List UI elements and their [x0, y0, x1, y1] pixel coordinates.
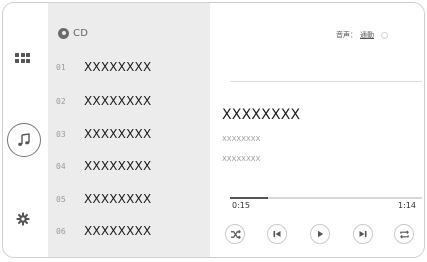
repeat-icon: [399, 229, 409, 239]
music-note-icon: [18, 133, 30, 146]
now-playing-title: XXXXXXXX: [222, 107, 301, 123]
track-list-item[interactable]: 06 XXXXXXXX: [48, 216, 210, 246]
status-indicator-icon: [381, 31, 388, 39]
repeat-button[interactable]: [394, 224, 414, 244]
sound-setting-label: 音声：: [336, 31, 357, 39]
track-title: XXXXXXXX: [84, 192, 152, 206]
track-list-item[interactable]: 03 XXXXXXXX: [48, 119, 210, 149]
track-number: 02: [56, 96, 66, 106]
track-number: 06: [56, 226, 66, 236]
source-label: CD: [73, 27, 89, 39]
play-icon: [318, 230, 324, 238]
track-title: XXXXXXXX: [84, 60, 152, 74]
shuffle-icon: [230, 229, 241, 239]
music-source-button[interactable]: [7, 123, 41, 157]
track-list-panel: CD 01 XXXXXXXX 02 XXXXXXXX 03 XXXXXXXX 0…: [48, 3, 210, 257]
track-list-item[interactable]: 05 XXXXXXXX: [48, 184, 210, 214]
track-title: XXXXXXXX: [84, 127, 152, 141]
sound-setting: 音声： 通動: [336, 30, 388, 40]
now-playing-album: XXXXXXXX: [222, 155, 261, 163]
play-button[interactable]: [310, 224, 330, 244]
source-header[interactable]: CD: [58, 25, 88, 41]
nav-rail: [3, 3, 45, 257]
now-playing-panel: 音声： 通動 XXXXXXXX XXXXXXXX XXXXXXXX 0:15 1…: [210, 3, 424, 257]
track-title: XXXXXXXX: [84, 94, 152, 108]
audio-screen: CD 01 XXXXXXXX 02 XXXXXXXX 03 XXXXXXXX 0…: [2, 2, 425, 258]
track-number: 04: [56, 161, 66, 171]
disc-icon: [58, 27, 69, 39]
track-number: 05: [56, 194, 66, 204]
divider: [230, 81, 422, 82]
elapsed-time: 0:15: [232, 201, 250, 210]
next-track-button[interactable]: [353, 224, 373, 244]
track-title: XXXXXXXX: [84, 224, 152, 238]
previous-track-icon: [273, 231, 281, 237]
previous-track-button[interactable]: [267, 224, 287, 244]
sound-setting-link[interactable]: 通動: [360, 30, 374, 40]
progress-fill: [230, 197, 269, 199]
track-list-item[interactable]: 02 XXXXXXXX: [48, 86, 210, 116]
shuffle-button[interactable]: [225, 224, 245, 244]
total-time: 1:14: [398, 201, 416, 210]
track-list-item[interactable]: 01 XXXXXXXX: [48, 52, 210, 82]
track-list-item[interactable]: 04 XXXXXXXX: [48, 151, 210, 181]
progress-bar[interactable]: [230, 197, 422, 199]
now-playing-artist: XXXXXXXX: [222, 135, 261, 143]
track-number: 03: [56, 129, 66, 139]
gear-icon[interactable]: [15, 211, 31, 227]
track-title: XXXXXXXX: [84, 159, 152, 173]
track-number: 01: [56, 62, 66, 72]
next-track-icon: [359, 231, 367, 237]
apps-grid-icon[interactable]: [15, 53, 30, 63]
